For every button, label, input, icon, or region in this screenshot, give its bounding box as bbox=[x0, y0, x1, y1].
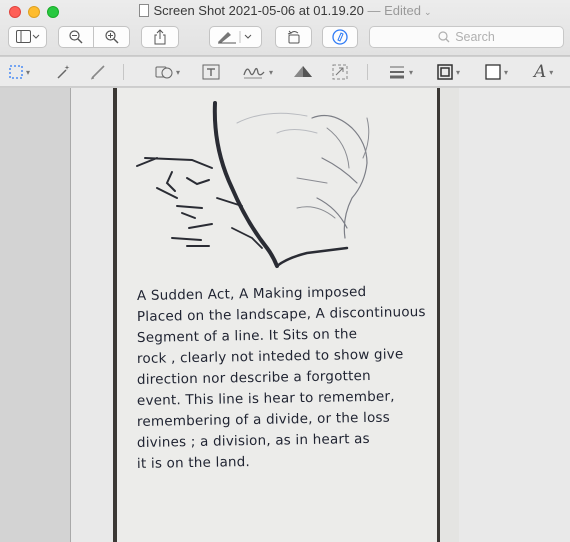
chevron-down-icon: ▾ bbox=[456, 67, 461, 77]
highlighter-icon bbox=[217, 31, 251, 44]
zoom-in-button[interactable] bbox=[93, 26, 130, 48]
toolbar-divider bbox=[123, 64, 124, 80]
share-icon bbox=[154, 29, 166, 45]
zoom-in-icon bbox=[104, 30, 118, 44]
landscape-sketch bbox=[136, 101, 370, 268]
rotate-button[interactable] bbox=[275, 26, 312, 48]
search-icon bbox=[438, 31, 450, 43]
notebook-page: A Sudden Act, A Making imposed Placed on… bbox=[117, 88, 437, 542]
text-tool[interactable] bbox=[202, 61, 220, 83]
resize-icon bbox=[332, 64, 348, 80]
adjust-color-tool[interactable] bbox=[292, 61, 314, 83]
note-line: it is on the land. bbox=[136, 454, 251, 472]
zoom-out-icon bbox=[69, 30, 83, 44]
chevron-down-icon: ▾ bbox=[504, 67, 509, 77]
shapes-tool[interactable]: ▾ bbox=[155, 61, 180, 83]
image-canvas[interactable]: A Sudden Act, A Making imposed Placed on… bbox=[71, 88, 570, 542]
chevron-down-icon: ▾ bbox=[26, 67, 31, 77]
adjust-color-icon bbox=[294, 66, 312, 77]
edited-status: — Edited bbox=[367, 3, 421, 18]
markup-toolbar: ▾ ▾ ▾ ▾ ▾ ▾ A ▾ bbox=[0, 57, 570, 87]
instant-alpha-tool[interactable] bbox=[55, 61, 71, 83]
border-color-tool[interactable]: ▾ bbox=[437, 61, 460, 83]
window-title: Screen Shot 2021-05-06 at 01.19.20 bbox=[153, 3, 364, 18]
line-style-icon bbox=[390, 66, 404, 79]
chevron-down-icon: ▾ bbox=[176, 67, 181, 77]
document-view[interactable]: A Sudden Act, A Making imposed Placed on… bbox=[0, 88, 570, 542]
border-color-icon bbox=[437, 64, 453, 80]
selection-tool[interactable]: ▾ bbox=[9, 61, 30, 83]
text-style-tool[interactable]: A ▾ bbox=[534, 61, 553, 83]
sidebar-icon bbox=[15, 30, 39, 43]
zoom-out-button[interactable] bbox=[58, 26, 94, 48]
text-box-icon bbox=[202, 64, 220, 80]
window-title-group[interactable]: Screen Shot 2021-05-06 at 01.19.20 — Edi… bbox=[0, 3, 570, 18]
title-chevron-icon: ⌄ bbox=[423, 7, 432, 17]
sketch-icon bbox=[90, 65, 105, 80]
share-button[interactable] bbox=[141, 26, 179, 48]
document-icon bbox=[138, 4, 149, 17]
highlight-button[interactable] bbox=[209, 26, 262, 48]
sketch-tool[interactable] bbox=[90, 61, 108, 83]
markup-button[interactable] bbox=[322, 26, 358, 48]
title-bar: Screen Shot 2021-05-06 at 01.19.20 — Edi… bbox=[0, 0, 570, 56]
chevron-down-icon: ▾ bbox=[549, 67, 554, 77]
preview-window: Screen Shot 2021-05-06 at 01.19.20 — Edi… bbox=[0, 0, 570, 542]
shapes-icon bbox=[155, 66, 173, 79]
signature-icon bbox=[243, 67, 265, 79]
chevron-down-icon: ▾ bbox=[269, 67, 274, 77]
handwritten-note: A Sudden Act, A Making imposed Placed on… bbox=[136, 284, 437, 475]
facing-page bbox=[440, 88, 459, 542]
notebook-photo: A Sudden Act, A Making imposed Placed on… bbox=[113, 88, 459, 542]
sign-tool[interactable]: ▾ bbox=[242, 61, 273, 83]
sidebar-button[interactable] bbox=[8, 26, 47, 48]
chevron-down-icon: ▾ bbox=[409, 67, 414, 77]
adjust-size-tool[interactable] bbox=[331, 61, 349, 83]
search-placeholder: Search bbox=[455, 30, 495, 44]
fill-color-icon bbox=[485, 64, 501, 80]
font-style-icon: A bbox=[534, 62, 547, 82]
search-field[interactable]: Search bbox=[369, 26, 564, 48]
magic-wand-icon bbox=[57, 65, 70, 79]
rectangular-selection-icon bbox=[9, 65, 23, 79]
toolbar-divider bbox=[367, 64, 368, 80]
fill-color-tool[interactable]: ▾ bbox=[485, 61, 508, 83]
shape-style-tool[interactable]: ▾ bbox=[388, 61, 413, 83]
markup-pen-icon bbox=[332, 29, 348, 45]
rotate-icon bbox=[287, 30, 299, 44]
